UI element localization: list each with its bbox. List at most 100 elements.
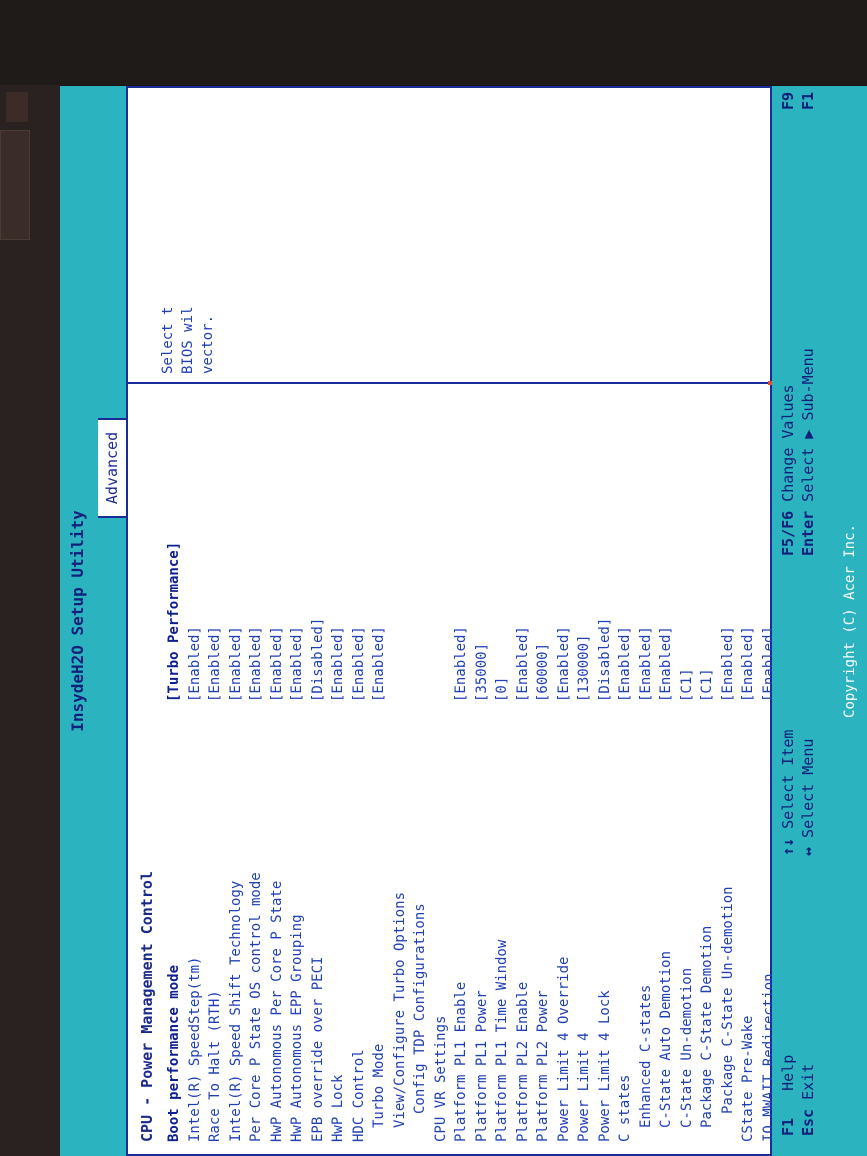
setting-row[interactable]: Platform PL2 Enable [Enabled] <box>513 402 534 1142</box>
setting-label: HDC Control <box>350 1049 367 1142</box>
setting-value[interactable]: [Enabled] <box>287 626 308 702</box>
setting-row[interactable]: C states [Enabled] <box>615 402 636 1142</box>
setting-label: Intel(R) SpeedStep(tm) <box>186 956 203 1142</box>
setting-value[interactable]: [Enabled] <box>246 626 267 702</box>
footer-select-item: ↑↓ Select Item <box>779 729 797 856</box>
setting-value[interactable]: [Enabled] <box>451 626 472 702</box>
setting-value[interactable]: [Enabled] <box>328 626 349 702</box>
setting-label: Power Limit 4 Override <box>555 956 572 1142</box>
setting-value[interactable]: [C1] <box>677 668 698 702</box>
setting-label: Platform PL1 Enable <box>453 981 469 1142</box>
section-title: CPU - Power Management Control <box>138 871 156 1142</box>
setting-label: HwP Autonomous EPP Grouping <box>289 914 305 1142</box>
setting-row[interactable]: Boot performance mode [Turbo Performance] <box>164 402 185 1142</box>
help-divider <box>128 382 772 384</box>
setting-value[interactable]: [C1] <box>697 668 718 702</box>
setting-value[interactable]: [Enabled] <box>226 626 247 702</box>
setting-label: Config TDP Configurations <box>412 903 428 1114</box>
setting-row[interactable]: Power Limit 4 Lock [Disabled] <box>595 402 616 1142</box>
setting-value[interactable]: [35000] <box>472 643 493 702</box>
setting-row[interactable]: Power Limit 4 Override [Enabled] <box>554 402 575 1142</box>
setting-row[interactable]: HwP Autonomous EPP Grouping [Enabled] <box>287 402 308 1142</box>
setting-value[interactable]: [Enabled] <box>205 626 226 702</box>
copyright-notice: Copyright (C) Acer Inc. <box>842 524 858 718</box>
setting-value[interactable]: [Enabled] <box>636 626 657 702</box>
setting-label: Power Limit 4 Lock <box>596 990 613 1142</box>
bezel-sticker <box>0 130 30 240</box>
setting-row[interactable]: Platform PL2 Power [60000] <box>533 402 554 1142</box>
setting-label: Platform PL2 Power <box>535 990 551 1142</box>
app-title: InsydeH2O Setup Utility <box>68 510 87 732</box>
setting-row[interactable]: Turbo Mode [Enabled] <box>369 402 390 1142</box>
setting-label: C-State Un-demotion <box>678 967 695 1128</box>
bezel-label-mark <box>6 92 28 122</box>
setting-row[interactable]: Platform PL1 Enable [Enabled] <box>451 402 472 1142</box>
setting-row[interactable]: Intel(R) SpeedStep(tm) [Enabled] <box>185 402 206 1142</box>
setting-row[interactable]: CState Pre-Wake [Enabled] <box>738 402 759 1142</box>
setting-row[interactable]: HwP Autonomous Per Core P State [Enabled] <box>267 402 288 1142</box>
setting-value[interactable]: [Enabled] <box>615 626 636 702</box>
setting-label: Turbo Mode <box>371 1043 387 1128</box>
setting-row[interactable]: CPU VR Settings <box>431 402 452 1142</box>
setting-label: Boot performance mode <box>166 964 182 1142</box>
footer-bar: F1 Help Esc Exit ↑↓ Select Item ↔ Select… <box>772 86 867 1156</box>
setting-label: Platform PL1 Power <box>473 990 490 1142</box>
footer-select-menu: ↔ Select Menu <box>799 738 817 856</box>
setting-label: Package C-State Demotion <box>699 925 715 1128</box>
tab-advanced[interactable]: Advanced <box>98 418 126 518</box>
bios-screen: InsydeH2O Setup Utility Advanced CPU - P… <box>60 86 867 1156</box>
setting-value[interactable]: [Disabled] <box>595 618 616 702</box>
help-text: Select t BIOS wil vector. <box>160 306 216 374</box>
background-desk <box>0 0 867 85</box>
setting-value[interactable]: [Enabled] <box>185 626 206 702</box>
setting-label: CState Pre-Wake <box>740 1015 756 1142</box>
footer-change-values: F5/F6 Change Values <box>779 384 797 556</box>
setting-row[interactable]: Config TDP Configurations <box>410 402 431 1142</box>
setting-row[interactable]: Enhanced C-states [Enabled] <box>636 402 657 1142</box>
footer-esc: Esc Exit <box>799 1063 817 1136</box>
setting-value[interactable]: [Enabled] <box>656 626 677 702</box>
setting-value[interactable]: [Disabled] <box>308 618 329 702</box>
setting-value[interactable]: [Turbo Performance] <box>164 542 185 702</box>
setting-row[interactable]: EPB override over PECI [Disabled] <box>308 402 329 1142</box>
setting-row[interactable]: View/Configure Turbo Options <box>390 402 411 1142</box>
setting-value[interactable]: [Enabled] <box>513 626 534 702</box>
left-right-arrows-icon: ↔ <box>799 846 817 856</box>
setting-label: View/Configure Turbo Options <box>391 891 408 1128</box>
up-down-arrows-icon: ↑↓ <box>779 837 797 856</box>
setting-row[interactable]: Platform PL1 Time Window [0] <box>492 402 513 1142</box>
setting-row[interactable]: Race To Halt (RTH) [Enabled] <box>205 402 226 1142</box>
settings-list: Boot performance mode [Turbo Performance]… <box>164 402 820 1142</box>
setting-value[interactable]: [Enabled] <box>267 626 288 702</box>
setting-row[interactable]: Platform PL1 Power [35000] <box>472 402 493 1142</box>
setting-row[interactable]: Intel(R) Speed Shift Technology [Enabled] <box>226 402 247 1142</box>
setting-label: Platform PL2 Enable <box>514 981 531 1142</box>
setting-row[interactable]: C-State Auto Demotion [Enabled] <box>656 402 677 1142</box>
setting-label: Enhanced C-states <box>637 984 654 1128</box>
setting-value[interactable]: [60000] <box>533 643 554 702</box>
setting-row[interactable]: C-State Un-demotion [C1] <box>677 402 698 1142</box>
setting-value[interactable]: [0] <box>492 677 513 702</box>
setting-label: C states <box>617 1074 633 1142</box>
setting-row[interactable]: HDC Control [Enabled] <box>349 402 370 1142</box>
setting-value[interactable]: [Enabled] <box>349 626 370 702</box>
setting-value[interactable]: [Enabled] <box>718 626 739 702</box>
setting-row[interactable]: Per Core P State OS control mode [Enabled… <box>246 402 267 1142</box>
setting-row[interactable]: Power Limit 4 [130000] <box>574 402 595 1142</box>
title-bar: InsydeH2O Setup Utility <box>60 86 96 1156</box>
setting-value[interactable]: [Enabled] <box>738 626 759 702</box>
setting-value[interactable]: [Enabled] <box>554 626 575 702</box>
footer-f10: F1 <box>799 91 817 110</box>
setting-value[interactable]: [130000] <box>574 635 595 702</box>
setting-label: Race To Halt (RTH) <box>207 990 223 1142</box>
setting-row[interactable]: Package C-State Demotion [C1] <box>697 402 718 1142</box>
setting-value[interactable]: [Enabled] <box>369 626 390 702</box>
setting-row[interactable]: HwP Lock [Enabled] <box>328 402 349 1142</box>
footer-enter-submenu: Enter Select ▶ Sub-Menu <box>799 348 817 556</box>
setting-label: Intel(R) Speed Shift Technology <box>227 880 244 1142</box>
footer-f9: F9 <box>779 91 797 110</box>
setting-label: Power Limit 4 <box>576 1032 592 1142</box>
setting-row[interactable]: Package C-State Un-demotion [Enabled] <box>718 402 739 1142</box>
monitor-bezel <box>0 85 60 1156</box>
setting-label: Platform PL1 Time Window <box>494 939 510 1142</box>
